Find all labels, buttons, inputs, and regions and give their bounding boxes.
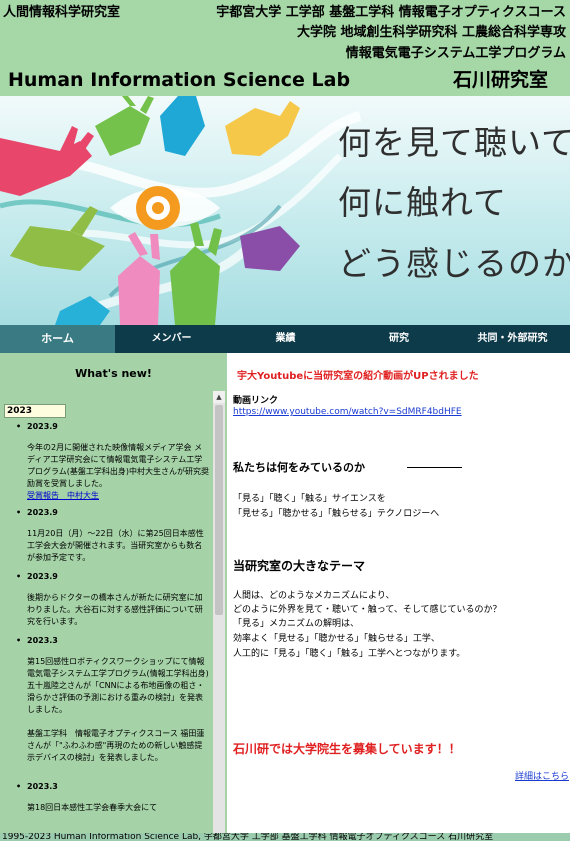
site-header: 人間情報科学研究室 宇都宮大学 工学部 基盤工学科 情報電子オプティクスコース … xyxy=(0,0,570,96)
news-date: 2023.9 xyxy=(16,571,209,583)
news-body: 後期からドクターの橋本さんが新たに研究室に加わりました。大谷石に対する感性評価に… xyxy=(27,593,203,626)
hand-illustration xyxy=(225,101,300,156)
section-title-theme: 当研究室の大きなテーマ xyxy=(233,559,366,573)
section1-line: 「見る」「聴く」「触る」サイエンスを xyxy=(233,494,386,504)
nav-members[interactable]: メンバー xyxy=(115,325,228,353)
details-link[interactable]: 詳細はこちら xyxy=(515,769,569,782)
news-body: 第18回日本感性工学会春季大会にて xyxy=(27,803,158,812)
video-link[interactable]: https://www.youtube.com/watch?v=SdMRF4bd… xyxy=(233,407,462,417)
section1-line: 「見せる」「聴かせる」「触らせる」テクノロジーへ xyxy=(233,509,440,519)
section2-line: 人工的に「見る」「聴く」「触る」工学へとつながります。 xyxy=(233,649,466,659)
title-rule xyxy=(407,467,462,468)
hero-tagline-line-1: 何を見て聴いて xyxy=(338,123,570,162)
news-item: 2023.3 第18回日本感性工学会春季大会にて xyxy=(0,781,213,814)
section2-line: 「見る」メカニズムの解明は、 xyxy=(233,619,360,629)
lab-head-name: 石川研究室 xyxy=(452,69,548,91)
hand-illustration xyxy=(95,96,154,156)
news-sidebar: What's new! 2023 2023.9 今年の2月に開催された映像情報メ… xyxy=(0,353,227,833)
news-item: 2023.9 後期からドクターの橋本さんが新たに研究室に加わりました。大谷石に対… xyxy=(0,571,213,635)
nav-home[interactable]: ホーム xyxy=(0,325,115,353)
lab-name-en: Human Information Science Lab xyxy=(8,69,351,91)
hand-illustration xyxy=(160,96,205,156)
news-date: 2023.3 xyxy=(16,781,209,793)
scroll-up-arrow-icon[interactable]: ▲ xyxy=(213,391,225,403)
section2-line: 人間は、どのようなメカニズムにより、 xyxy=(233,591,395,601)
hand-illustration xyxy=(170,222,222,325)
news-body: 今年の2月に開催された映像情報メディア学会 メディア工学研究会にて情報電気電子シ… xyxy=(27,443,209,488)
hand-illustration xyxy=(0,126,94,196)
hand-illustration xyxy=(118,232,160,325)
recruitment-banner: 石川研では大学院生を募集しています！！ xyxy=(233,742,461,756)
news-date: 2023.9 xyxy=(16,507,209,519)
year-select[interactable]: 2023 xyxy=(4,404,66,418)
news-body: 11月20日（月）～22日（水）に第25回日本感性工学会大会が開催されます。当研… xyxy=(27,529,204,562)
nav-research[interactable]: 研究 xyxy=(343,325,455,353)
news-item: 2023.9 11月20日（月）～22日（水）に第25回日本感性工学会大会が開催… xyxy=(0,507,213,571)
university-line-2: 大学院 地域創生科学研究科 工農総合科学専攻 xyxy=(296,25,566,40)
nav-publications[interactable]: 業績 xyxy=(228,325,343,353)
news-item: 2023.3 第15回感性ロボティクスワークショップにて情報電気電子システム工学… xyxy=(0,635,213,781)
main-nav: ホーム メンバー 業績 研究 共同・外部研究 xyxy=(0,325,570,353)
news-scrollbar[interactable]: ▲ xyxy=(213,391,225,833)
lab-name-jp: 人間情報科学研究室 xyxy=(3,5,121,20)
hero-tagline-line-3: どう感じるのか xyxy=(338,244,570,283)
news-list[interactable]: 2023.9 今年の2月に開催された映像情報メディア学会 メディア工学研究会にて… xyxy=(0,421,213,833)
sidebar-title: What's new! xyxy=(75,367,152,380)
footer-copyright: 1995-2023 Human Information Science Lab,… xyxy=(2,833,494,841)
news-link[interactable]: 受賞報告 中村大生 xyxy=(27,490,209,502)
section2-line: 効率よく「見せる」「聴かせる」「触らせる」工学、 xyxy=(233,634,440,644)
section2-line: どのように外界を見て・聴いて・触って、そして感じているのか？ xyxy=(233,605,502,615)
site-footer: 1995-2023 Human Information Science Lab,… xyxy=(0,833,570,841)
announcement-headline: 宇大Youtubeに当研究室の紹介動画がUPされました xyxy=(237,371,479,382)
university-line-1: 宇都宮大学 工学部 基盤工学科 情報電子オプティクスコース xyxy=(216,5,566,20)
news-body: 第15回感性ロボティクスワークショップにて情報電気電子システム工学プログラム(情… xyxy=(27,657,209,762)
nav-collaboration[interactable]: 共同・外部研究 xyxy=(455,325,570,353)
hero-banner: 何を見て聴いて 何に触れて どう感じるのか xyxy=(0,96,570,325)
news-date: 2023.3 xyxy=(16,635,209,647)
hand-illustration xyxy=(10,206,105,271)
hero-tagline-line-2: 何に触れて xyxy=(338,183,508,222)
video-link-label: 動画リンク xyxy=(233,396,279,406)
scroll-thumb[interactable] xyxy=(215,405,223,615)
news-date: 2023.9 xyxy=(16,421,209,433)
university-line-3: 情報電気電子システム工学プログラム xyxy=(345,46,566,61)
hand-illustration xyxy=(55,296,110,325)
news-item: 2023.9 今年の2月に開催された映像情報メディア学会 メディア工学研究会にて… xyxy=(0,421,213,500)
section-title-what-we-see: 私たちは何をみているのか xyxy=(233,461,365,474)
main-content: 宇大Youtubeに当研究室の紹介動画がUPされました 動画リンク https:… xyxy=(227,353,570,833)
